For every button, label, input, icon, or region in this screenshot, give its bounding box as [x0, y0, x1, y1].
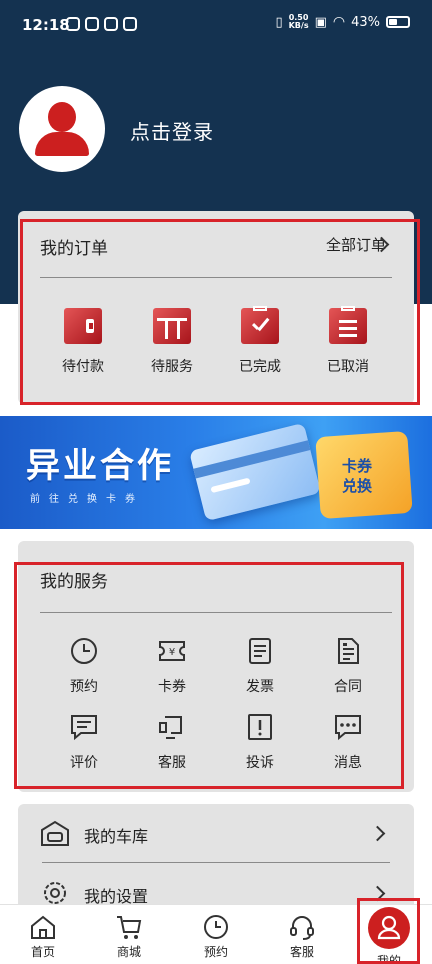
- settings-label: 我的设置: [84, 887, 149, 904]
- service-messages[interactable]: 消息: [313, 712, 383, 772]
- clock-icon: [202, 913, 230, 941]
- services-title: 我的服务: [40, 572, 108, 592]
- nav-label: 客服: [289, 945, 314, 959]
- service-label: 投诉: [246, 755, 274, 771]
- banner-subtitle: 前往兑换卡券: [30, 494, 144, 505]
- user-body-icon: [35, 132, 89, 156]
- service-label: 预约: [70, 679, 98, 695]
- chevron-right-icon: [369, 825, 386, 842]
- avatar[interactable]: [19, 86, 105, 172]
- order-label: 待付款: [62, 359, 104, 375]
- customer-service-icon: [157, 712, 187, 742]
- service-label: 消息: [334, 755, 362, 771]
- ticket-icon: ¥: [157, 636, 187, 666]
- status-indicators: ▯ 0.50 KB/s ▣ ◠ 43%: [275, 14, 410, 30]
- nav-mine-highlight-box: [357, 898, 420, 964]
- complaint-icon: [245, 712, 275, 742]
- service-review[interactable]: 评价: [49, 712, 119, 772]
- user-head-icon: [48, 102, 76, 132]
- sim-icon: ▣: [314, 14, 327, 30]
- cart-icon: [115, 913, 143, 941]
- wifi-icon: ◠: [332, 14, 346, 30]
- order-label: 已取消: [327, 359, 369, 375]
- list-divider: [42, 862, 390, 863]
- tiktok-icon: [85, 17, 99, 31]
- battery-icon: [386, 16, 410, 28]
- comment-icon: [69, 712, 99, 742]
- app-notification-icon: [123, 17, 137, 31]
- orders-title: 我的订单: [40, 239, 108, 259]
- gear-icon: [40, 878, 70, 904]
- garage-icon: [40, 818, 70, 848]
- order-cancelled[interactable]: 已取消: [308, 306, 388, 376]
- wallet-icon: [64, 308, 102, 344]
- service-customer-service[interactable]: 客服: [137, 712, 207, 772]
- orders-divider: [40, 277, 392, 278]
- service-vouchers[interactable]: ¥ 卡券: [137, 636, 207, 696]
- nav-customer-service[interactable]: 客服: [267, 905, 337, 964]
- clipboard-check-icon: [241, 306, 279, 344]
- nav-label: 预约: [203, 945, 228, 959]
- order-completed[interactable]: 已完成: [220, 306, 300, 376]
- garage-label: 我的车库: [84, 827, 149, 846]
- service-invoice[interactable]: 发票: [225, 636, 295, 696]
- invoice-icon: [245, 636, 275, 666]
- service-label: 客服: [158, 755, 186, 771]
- service-label: 评价: [70, 755, 98, 771]
- service-booking[interactable]: 预约: [49, 636, 119, 696]
- vibrate-icon: ▯: [275, 14, 283, 30]
- message-icon: [333, 712, 363, 742]
- battery-percent: 43%: [351, 14, 380, 30]
- home-icon: [29, 913, 57, 941]
- settings-row[interactable]: 我的设置: [18, 872, 414, 904]
- service-complaint[interactable]: 投诉: [225, 712, 295, 772]
- clipboard-cancel-icon: [329, 306, 367, 344]
- nav-mall[interactable]: 商城: [94, 905, 164, 964]
- status-time: 12:18: [22, 16, 70, 34]
- service-label: 合同: [334, 679, 362, 695]
- status-bar: 12:18 ▯ 0.50 KB/s ▣ ◠ 43%: [0, 0, 432, 50]
- app-notification-icon: [66, 17, 80, 31]
- cooperation-banner[interactable]: 异业合作 前往兑换卡券 卡券 兑换: [0, 416, 432, 529]
- notification-icons: [66, 17, 137, 31]
- nav-label: 商城: [116, 945, 141, 959]
- order-label: 已完成: [239, 359, 281, 375]
- garage-row[interactable]: 我的车库: [18, 810, 414, 856]
- nav-booking[interactable]: 预约: [181, 905, 251, 964]
- banner-title: 异业合作: [26, 446, 174, 486]
- order-pending-service[interactable]: 待服务: [132, 308, 212, 376]
- order-pending-payment[interactable]: 待付款: [43, 308, 123, 376]
- headset-icon: [288, 913, 316, 941]
- banner-badge-text: 卡券 兑换: [341, 457, 372, 495]
- clock-icon: [69, 636, 99, 666]
- card-illustration: [189, 422, 321, 522]
- service-contract[interactable]: 合同: [313, 636, 383, 696]
- service-pending-icon: [153, 308, 191, 344]
- app-notification-icon: [104, 17, 118, 31]
- contract-icon: [333, 636, 363, 666]
- nav-label: 首页: [30, 945, 55, 959]
- svg-text:¥: ¥: [169, 647, 175, 658]
- network-speed: 0.50 KB/s: [288, 13, 309, 30]
- service-label: 发票: [246, 679, 274, 695]
- order-label: 待服务: [151, 359, 193, 375]
- login-link[interactable]: 点击登录: [130, 116, 214, 145]
- service-label: 卡券: [158, 679, 186, 695]
- nav-home[interactable]: 首页: [8, 905, 78, 964]
- services-divider: [40, 612, 392, 613]
